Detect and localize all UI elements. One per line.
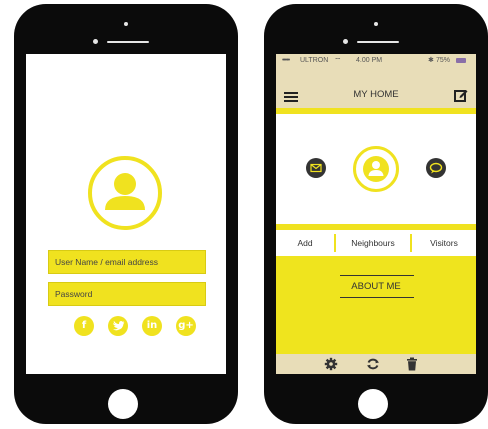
login-screen: User Name / email address Password f in … [26,54,226,374]
password-field[interactable]: Password [48,282,206,306]
username-field[interactable]: User Name / email address [48,250,206,274]
carrier-label: ULTRON [300,57,329,64]
phone-camera [93,39,98,44]
home-button[interactable] [358,389,388,419]
settings-icon[interactable] [324,357,338,374]
phone-speaker [357,41,399,43]
phone-sensor [374,22,378,26]
avatar-icon [88,156,162,230]
about-rule-top [340,275,414,276]
phone-speaker [107,41,149,43]
profile-panel [276,114,476,224]
signal-icon: ••••• [282,57,290,64]
linkedin-icon[interactable]: in [142,316,162,336]
facebook-icon[interactable]: f [74,316,94,336]
home-button[interactable] [108,389,138,419]
status-bar: ••••• ULTRON ⌔ 4.00 PM ✱ 75% [276,54,476,68]
trash-icon[interactable] [406,357,418,374]
about-me-button[interactable]: ABOUT ME [276,281,476,292]
wifi-icon: ⌔ [334,56,342,65]
tab-bar: Add Neighbours Visitors [276,230,476,256]
phone-sensor [124,22,128,26]
phone-home: ••••• ULTRON ⌔ 4.00 PM ✱ 75% MY HOME Add… [264,4,488,424]
about-rule-bottom [340,297,414,298]
home-screen: ••••• ULTRON ⌔ 4.00 PM ✱ 75% MY HOME Add… [276,54,476,374]
chat-icon[interactable] [426,158,446,178]
tab-add[interactable]: Add [276,230,334,256]
phone-login: User Name / email address Password f in … [14,4,238,424]
tab-neighbours[interactable]: Neighbours [336,230,410,256]
bottom-toolbar [276,354,476,374]
refresh-icon[interactable] [366,357,380,374]
mail-icon[interactable] [306,158,326,178]
phone-camera [343,39,348,44]
battery-percent: 75% [436,57,451,64]
bluetooth-icon: ✱ [428,57,434,64]
profile-avatar-icon[interactable] [353,146,399,192]
about-section: ABOUT ME [276,256,476,354]
status-time: 4.00 PM [356,57,383,64]
edit-icon[interactable] [454,88,468,107]
nav-bar: MY HOME [276,84,476,106]
page-title: MY HOME [353,89,399,100]
google-plus-icon[interactable]: g+ [176,316,196,336]
battery-icon [456,58,466,63]
twitter-icon[interactable] [108,316,128,336]
tab-visitors[interactable]: Visitors [412,230,476,256]
